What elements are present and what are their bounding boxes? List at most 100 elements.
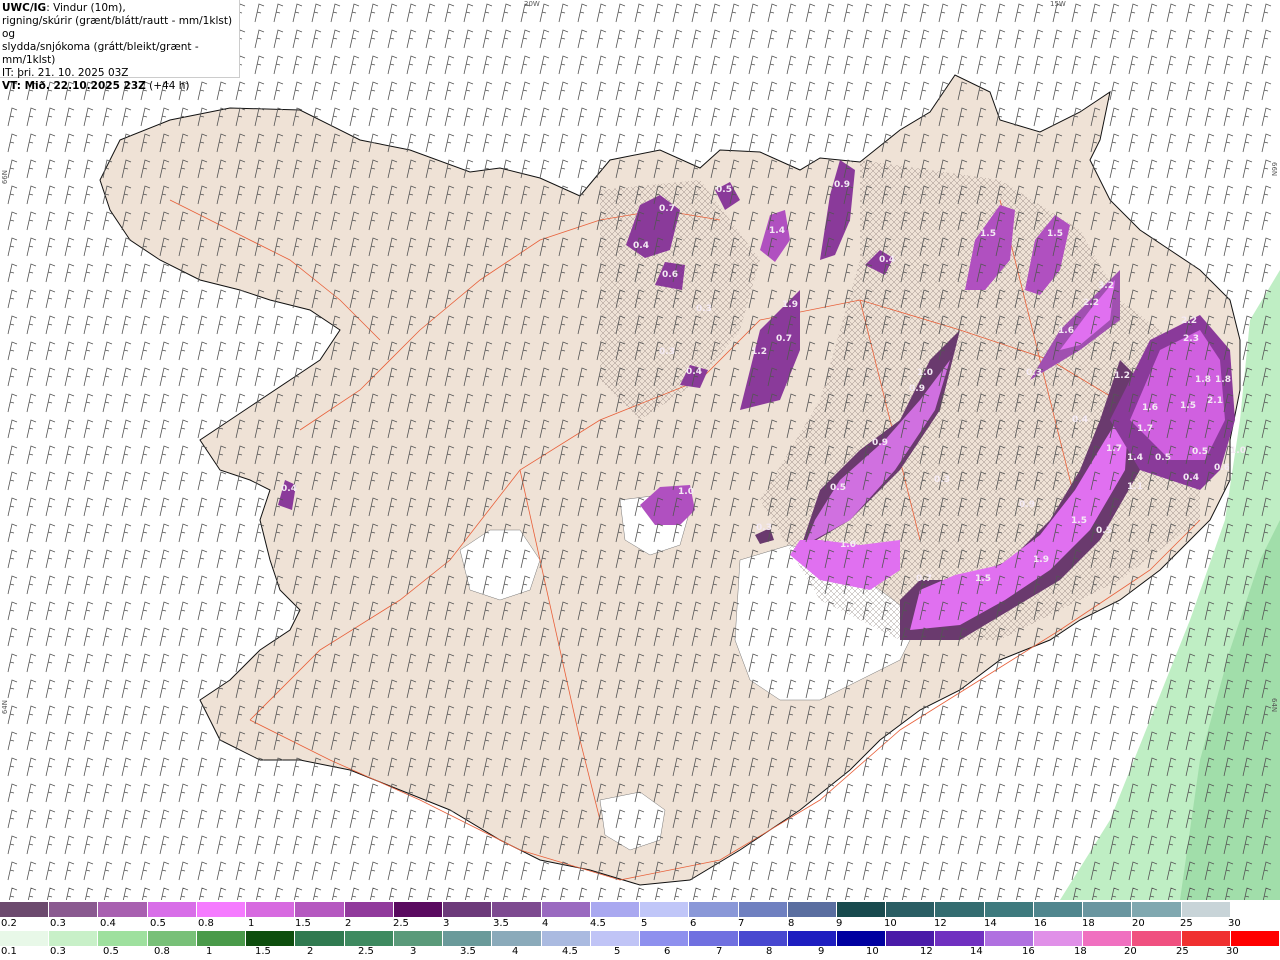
wind-barb — [463, 107, 474, 127]
wind-barb — [121, 107, 132, 127]
wind-barb — [653, 3, 664, 23]
wind-barb — [1014, 809, 1025, 829]
snow-scale-swatch — [492, 902, 542, 917]
wind-barb — [387, 3, 398, 23]
wind-barb — [26, 653, 37, 673]
wind-barb — [216, 757, 227, 777]
wind-barb — [824, 81, 835, 101]
wind-barb — [1223, 237, 1234, 257]
wind-barb — [539, 55, 550, 75]
wind-barb — [1128, 3, 1139, 23]
wind-barb — [900, 3, 911, 23]
wind-barb — [1166, 133, 1177, 153]
wind-barb — [140, 861, 151, 881]
wind-barb — [121, 757, 132, 777]
wind-barb — [64, 367, 75, 387]
snow-scale-swatch — [1230, 902, 1280, 917]
wind-barb — [235, 835, 246, 855]
wind-barb — [406, 107, 417, 127]
wind-barb — [729, 29, 740, 49]
wind-barb — [235, 315, 246, 335]
wind-barb — [7, 523, 18, 543]
wind-barb — [7, 497, 18, 517]
wind-barb — [1223, 159, 1234, 179]
wind-barb — [672, 133, 683, 153]
snow-scale-tick-label: 18 — [1082, 918, 1095, 929]
wind-barb — [1071, 627, 1082, 647]
wind-barb — [64, 809, 75, 829]
wind-barb — [330, 809, 341, 829]
wind-barb — [1128, 705, 1139, 725]
wind-barb — [616, 887, 626, 900]
wind-barb — [349, 3, 360, 23]
snow-scale-tick-label: 6 — [690, 918, 697, 929]
precip-value-label: 1.0 — [678, 487, 694, 497]
wind-barb — [1147, 627, 1158, 647]
wind-barb — [1147, 679, 1158, 699]
wind-barb — [83, 419, 94, 439]
wind-barb — [45, 705, 56, 725]
rain-scale-tick-label: 0.8 — [154, 946, 170, 957]
wind-barb — [673, 887, 683, 900]
wind-barb — [653, 55, 664, 75]
wind-barb — [1223, 3, 1234, 23]
wind-barb — [634, 107, 645, 127]
wind-barb — [1204, 211, 1215, 231]
wind-barb — [64, 575, 75, 595]
wind-barb — [1242, 3, 1253, 23]
wind-barb — [121, 367, 132, 387]
wind-barb — [26, 263, 37, 283]
wind-barb — [862, 29, 873, 49]
wind-barb — [254, 809, 265, 829]
wind-barb — [121, 497, 132, 517]
wind-barb — [900, 783, 911, 803]
wind-barb — [881, 835, 892, 855]
wind-barb — [1109, 653, 1120, 673]
wind-barb — [1128, 133, 1139, 153]
wind-barb — [292, 3, 303, 23]
wind-barb — [539, 133, 550, 153]
wind-barb — [45, 731, 56, 751]
wind-barb — [1223, 107, 1234, 127]
wind-barb — [520, 107, 531, 127]
wind-barb — [7, 315, 18, 335]
wind-barb — [957, 861, 968, 881]
wind-barb — [235, 757, 246, 777]
wind-barb — [691, 55, 702, 75]
wind-barb — [330, 55, 341, 75]
wind-barb — [844, 887, 854, 900]
wind-barb — [805, 81, 816, 101]
wind-barb — [7, 601, 18, 621]
wind-barb — [901, 887, 911, 900]
rain-scale-swatch — [787, 931, 837, 946]
wind-barb — [7, 757, 18, 777]
wind-barb — [502, 887, 512, 900]
wind-barb — [26, 107, 37, 127]
precip-value-label: 0.3 — [696, 304, 712, 314]
wind-barb — [1261, 55, 1272, 75]
wind-barb — [957, 757, 968, 777]
wind-barb — [919, 29, 930, 49]
wind-barb — [881, 55, 892, 75]
wind-barb — [83, 653, 94, 673]
wind-barb — [1242, 133, 1253, 153]
wind-barb — [1147, 601, 1158, 621]
precip-value-label: 1.0 — [840, 540, 856, 550]
wind-barb — [995, 55, 1006, 75]
wind-barb — [444, 107, 455, 127]
wind-barb — [957, 731, 968, 751]
wind-barb — [1166, 185, 1177, 205]
wind-barb — [197, 861, 208, 881]
wind-barb — [45, 835, 56, 855]
wind-barb — [216, 575, 227, 595]
snow-scale-swatch — [541, 902, 591, 917]
snow-scale-tick-label: 0.4 — [100, 918, 116, 929]
wind-barb — [444, 861, 455, 881]
rain-scale-swatch — [147, 931, 197, 946]
wind-barb — [45, 341, 56, 361]
wind-barb — [64, 133, 75, 153]
wind-barb — [938, 705, 949, 725]
wind-barb — [767, 861, 778, 881]
wind-barb — [577, 55, 588, 75]
wind-barb — [83, 315, 94, 335]
